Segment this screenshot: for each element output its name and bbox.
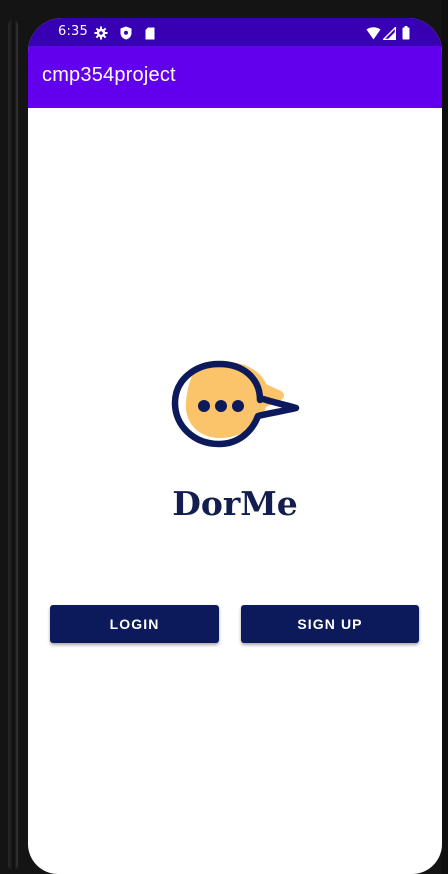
status-icons-right xyxy=(366,25,412,41)
sim-card-icon xyxy=(145,25,155,44)
signup-button[interactable]: SIGN UP xyxy=(241,605,419,643)
login-button[interactable]: LOGIN xyxy=(50,605,219,643)
app-bar: cmp354project xyxy=(28,46,442,108)
device-frame: 6:35 cmp354project DorMe LOGIN SIGN UP xyxy=(0,0,448,874)
battery-icon xyxy=(402,25,410,44)
status-time: 6:35 xyxy=(58,24,88,39)
device-side-edge xyxy=(8,20,18,870)
dorme-logo xyxy=(162,358,306,454)
shield-icon xyxy=(120,25,132,44)
wifi-icon xyxy=(366,25,381,44)
signal-icon xyxy=(381,25,397,44)
settings-icon xyxy=(94,25,108,44)
brand-name: DorMe xyxy=(172,484,298,523)
phone-screen: 6:35 cmp354project DorMe LOGIN SIGN UP xyxy=(28,18,442,874)
chat-bubble-icon xyxy=(171,360,300,448)
status-bar: 6:35 xyxy=(28,18,442,46)
app-title: cmp354project xyxy=(42,64,176,86)
device-right-edge xyxy=(442,0,448,874)
